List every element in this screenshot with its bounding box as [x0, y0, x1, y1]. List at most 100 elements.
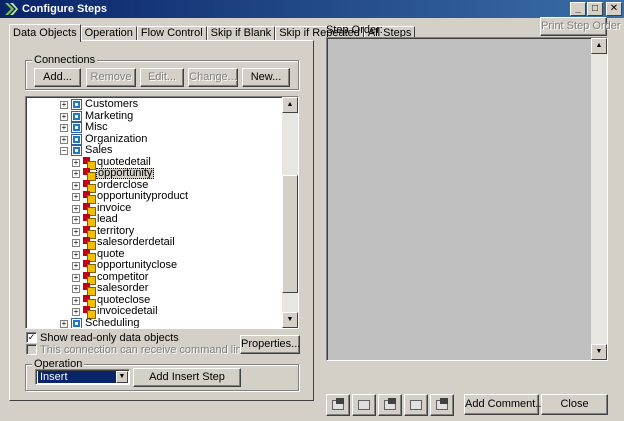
app-logo-icon: [5, 3, 18, 15]
tree-item[interactable]: + Marketing: [26, 110, 284, 123]
step-scroll-down-button[interactable]: ▼: [591, 344, 607, 360]
tab-operation[interactable]: Operation: [80, 26, 137, 41]
data-objects-tree[interactable]: + Customers + Marketing + Misc + Organization − S…: [25, 96, 299, 329]
new-connection-button[interactable]: New...: [242, 68, 290, 87]
expand-icon[interactable]: +: [72, 227, 80, 236]
tree-item[interactable]: + opportunity: [26, 167, 284, 181]
expand-icon[interactable]: +: [72, 273, 80, 282]
change-connection-button[interactable]: Change...: [188, 68, 238, 87]
expand-icon[interactable]: +: [60, 124, 68, 132]
scroll-up-button[interactable]: ▲: [282, 97, 298, 113]
entity-icon: [83, 271, 96, 285]
entity-icon: [83, 214, 96, 227]
move-step-icon[interactable]: [378, 394, 402, 416]
tree-item[interactable]: + Customers: [26, 98, 284, 111]
tree-item[interactable]: + Organization: [26, 133, 284, 146]
tree-item[interactable]: + lead: [26, 213, 284, 227]
folder-icon: [71, 133, 82, 145]
expand-icon[interactable]: +: [60, 112, 68, 121]
show-readonly-label: Show read-only data objects: [40, 332, 179, 344]
expand-icon[interactable]: +: [60, 319, 68, 328]
minimize-button[interactable]: _: [570, 2, 586, 16]
collapse-icon[interactable]: −: [60, 147, 68, 155]
tree-item[interactable]: + opportunityproduct: [26, 190, 284, 204]
remove-connection-button[interactable]: Remove: [86, 68, 136, 87]
entity-icon: [83, 294, 96, 308]
insert-step-icon[interactable]: [326, 394, 350, 416]
tree-item[interactable]: + Scheduling: [26, 317, 284, 328]
expand-icon[interactable]: +: [72, 308, 80, 316]
entity-icon: [83, 248, 96, 262]
tree-item[interactable]: + salesorder: [26, 282, 284, 296]
expand-icon[interactable]: +: [72, 193, 80, 201]
connections-legend: Connections: [32, 54, 98, 66]
tree-scrollbar[interactable]: ▲ ▼: [282, 97, 298, 328]
operation-select[interactable]: Insert ▼: [35, 369, 130, 385]
expand-icon[interactable]: +: [72, 296, 80, 305]
title-bar: Configure Steps _ □ ✕: [0, 0, 624, 18]
step-order-list[interactable]: ▲ ▼: [326, 37, 608, 361]
expand-icon[interactable]: +: [60, 101, 68, 109]
tree-item-label: opportunity: [96, 167, 155, 179]
tree-item[interactable]: − Sales: [26, 144, 284, 157]
tree-item-label: opportunityclose: [97, 259, 178, 271]
add-comment-button[interactable]: Add Comment...: [464, 394, 544, 415]
tree-item-label: invoicedetail: [97, 305, 158, 317]
step-scroll-up-button[interactable]: ▲: [591, 38, 607, 54]
properties-button[interactable]: Properties...: [240, 335, 300, 354]
expand-icon[interactable]: +: [72, 262, 80, 270]
tree-item-label: Sales: [85, 144, 113, 156]
tree-item[interactable]: + Misc: [26, 121, 284, 134]
scroll-down-button[interactable]: ▼: [282, 312, 298, 328]
folder-icon: [71, 317, 82, 328]
tree-item-label: Customers: [85, 98, 139, 110]
expand-icon[interactable]: +: [72, 239, 80, 247]
print-step-order-button[interactable]: Print Step Order: [540, 17, 620, 36]
tree-item[interactable]: + opportunityclose: [26, 259, 284, 273]
show-readonly-checkbox[interactable]: ✓: [26, 332, 37, 343]
entity-icon: [83, 225, 96, 239]
edit-connection-button[interactable]: Edit...: [140, 68, 184, 87]
folder-icon: [71, 99, 82, 110]
tree-item[interactable]: + competitor: [26, 271, 284, 285]
expand-icon[interactable]: +: [72, 158, 80, 167]
tab-flow-control[interactable]: Flow Control: [136, 26, 207, 41]
tab-data-objects[interactable]: Data Objects: [9, 24, 81, 42]
expand-icon[interactable]: +: [72, 170, 80, 178]
close-window-button[interactable]: ✕: [606, 2, 622, 16]
window-title: Configure Steps: [22, 3, 107, 15]
expand-icon[interactable]: +: [60, 135, 68, 144]
tab-skip-if-blank[interactable]: Skip if Blank: [206, 26, 276, 41]
maximize-button[interactable]: □: [587, 2, 603, 16]
copy-step-icon[interactable]: [352, 394, 376, 416]
link-step-icon[interactable]: [404, 394, 428, 416]
expand-icon[interactable]: +: [72, 181, 80, 190]
operation-selected-value: Insert: [38, 371, 122, 383]
entity-icon: [83, 306, 96, 319]
step-list-scrollbar[interactable]: ▲ ▼: [591, 38, 607, 360]
expand-icon[interactable]: +: [72, 204, 80, 213]
entity-icon: [83, 179, 96, 193]
scroll-thumb[interactable]: [282, 175, 298, 293]
entity-icon: [83, 260, 96, 273]
tree-item[interactable]: + invoice: [26, 202, 284, 216]
tree-item[interactable]: + invoicedetail: [26, 305, 284, 319]
close-button[interactable]: Close: [541, 394, 608, 415]
chevron-down-icon[interactable]: ▼: [116, 371, 128, 383]
tree-item[interactable]: + quotedetail: [26, 156, 284, 170]
entity-icon: [83, 168, 96, 181]
tree-item-label: lead: [97, 213, 118, 225]
add-connection-button[interactable]: Add...: [34, 68, 81, 87]
entity-icon: [83, 237, 96, 250]
expand-icon[interactable]: +: [72, 216, 80, 224]
folder-icon: [71, 110, 82, 122]
expand-icon[interactable]: +: [72, 250, 80, 259]
cmdline-switches-checkbox[interactable]: [26, 344, 37, 355]
expand-icon[interactable]: +: [72, 285, 80, 293]
delete-step-icon[interactable]: [430, 394, 454, 416]
tree-rows: + Customers + Marketing + Misc + Organization − S…: [26, 98, 284, 328]
tree-item[interactable]: + salesorderdetail: [26, 236, 284, 250]
entity-icon: [83, 156, 96, 170]
entity-icon: [83, 283, 96, 296]
add-insert-step-button[interactable]: Add Insert Step: [133, 368, 241, 387]
